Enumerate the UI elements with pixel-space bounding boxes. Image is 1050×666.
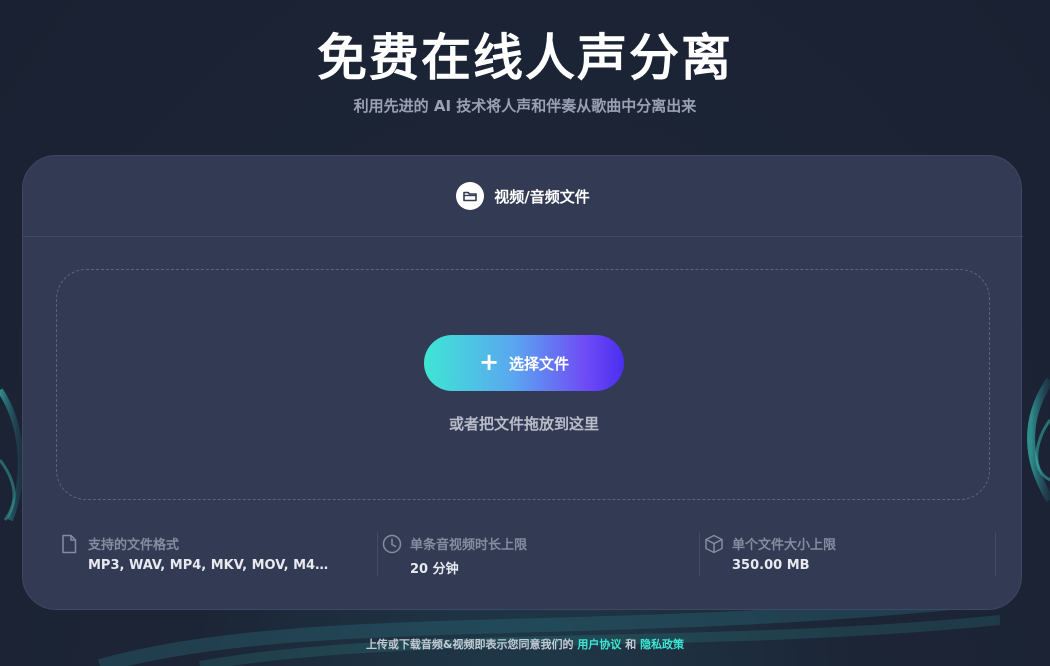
page-subtitle: 利用先进的 AI 技术将人声和伴奏从歌曲中分离出来 [353,97,697,115]
upload-limits: 支持的文件格式 MP3, WAV, MP4, MKV, MOV, M4A, FL… [56,532,996,577]
file-type-label: 视频/音频文件 [494,187,590,206]
limit-duration-value: 20 分钟 [410,562,459,577]
plus-icon: + [478,347,500,376]
limit-size: 单个文件大小上限 350.00 MB [700,532,996,576]
terms-link[interactable]: 用户协议 [577,638,621,651]
limit-duration: 单条音视频时长上限 20 分钟 [378,532,700,577]
select-file-label: 选择文件 [509,354,570,373]
upload-card-header: 视频/音频文件 [23,156,1023,237]
drop-hint-text: 或者把文件拖放到这里 [448,415,599,433]
folder-icon [456,182,485,210]
file-icon [62,534,77,554]
box-icon [705,534,723,554]
file-dropzone[interactable]: + 选择文件 或者把文件拖放到这里 [56,269,990,500]
footer-prefix: 上传或下载音频&视频即表示您同意我们的 [365,638,574,651]
limit-size-title: 单个文件大小上限 [732,538,837,553]
privacy-link[interactable]: 隐私政策 [640,638,684,651]
limit-duration-title: 单条音视频时长上限 [410,538,528,553]
limit-formats-value: MP3, WAV, MP4, MKV, MOV, M4A, FL… [88,558,336,573]
page-title: 免费在线人声分离 [317,29,733,87]
clock-icon [382,534,402,554]
limit-formats-title: 支持的文件格式 [88,538,180,553]
select-file-button[interactable]: + 选择文件 [424,335,624,391]
limit-size-value: 350.00 MB [732,558,810,573]
limit-formats: 支持的文件格式 MP3, WAV, MP4, MKV, MOV, M4A, FL… [56,532,378,576]
legal-footer: 上传或下载音频&视频即表示您同意我们的 用户协议 和 隐私政策 [0,636,1050,652]
footer-joiner: 和 [625,638,637,651]
upload-card: 视频/音频文件 + 选择文件 或者把文件拖放到这里 支持的文件格式 MP3, W… [22,155,1023,610]
